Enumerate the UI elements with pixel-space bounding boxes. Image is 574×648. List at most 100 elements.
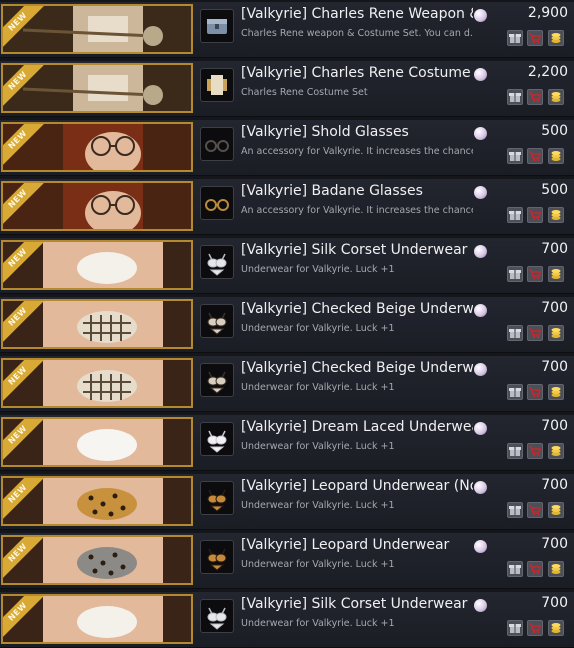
buy-button[interactable] <box>548 89 564 105</box>
item-preview-image[interactable]: NEW <box>1 299 193 349</box>
shop-item-row[interactable]: NEW [Valkyrie] Leopard Underwear Underwe… <box>0 533 574 589</box>
add-to-cart-button[interactable] <box>527 30 543 46</box>
pearl-icon <box>474 481 487 494</box>
pearl-icon <box>474 127 487 140</box>
gift-button[interactable] <box>507 207 523 223</box>
gift-button[interactable] <box>507 620 523 636</box>
add-to-cart-button[interactable] <box>527 502 543 518</box>
pearl-shop-item-list: NEW [Valkyrie] Charles Rene Weapon & .. … <box>0 0 574 648</box>
shop-item-row[interactable]: NEW [Valkyrie] Checked Beige Underwea.. … <box>0 356 574 412</box>
item-name: [Valkyrie] Checked Beige Underwea.. <box>241 360 473 376</box>
item-description: Underwear for Valkyrie. Luck +1 <box>241 382 395 393</box>
gift-button[interactable] <box>507 384 523 400</box>
item-preview-image[interactable]: NEW <box>1 417 193 467</box>
pearl-icon <box>474 422 487 435</box>
add-to-cart-button[interactable] <box>527 443 543 459</box>
item-description: Charles Rene Costume Set <box>241 87 368 98</box>
buy-button[interactable] <box>548 561 564 577</box>
add-to-cart-button[interactable] <box>527 325 543 341</box>
item-description: An accessory for Valkyrie. It increases … <box>241 146 473 157</box>
pearl-icon <box>474 9 487 22</box>
item-description: Underwear for Valkyrie. Luck +1 <box>241 559 395 570</box>
gift-button[interactable] <box>507 325 523 341</box>
add-to-cart-button[interactable] <box>527 266 543 282</box>
shop-item-row[interactable]: NEW [Valkyrie] Checked Beige Underwea.. … <box>0 297 574 353</box>
buy-button[interactable] <box>548 620 564 636</box>
item-preview-image[interactable]: NEW <box>1 4 193 54</box>
item-price: 2,900 <box>527 5 568 21</box>
item-preview-image[interactable]: NEW <box>1 240 193 290</box>
item-name: [Valkyrie] Leopard Underwear (No S.. <box>241 478 473 494</box>
item-preview-image[interactable]: NEW <box>1 476 193 526</box>
shop-item-row[interactable]: NEW [Valkyrie] Charles Rene Costume S.. … <box>0 61 574 117</box>
item-name: [Valkyrie] Silk Corset Underwear <box>241 242 468 258</box>
buy-button[interactable] <box>548 502 564 518</box>
item-preview-image[interactable]: NEW <box>1 63 193 113</box>
pearl-icon <box>474 186 487 199</box>
pearl-icon <box>474 540 487 553</box>
item-price: 500 <box>541 182 568 198</box>
item-preview-image[interactable]: NEW <box>1 535 193 585</box>
buy-button[interactable] <box>548 30 564 46</box>
add-to-cart-button[interactable] <box>527 561 543 577</box>
shop-item-row[interactable]: NEW [Valkyrie] Badane Glasses An accesso… <box>0 179 574 235</box>
item-price: 700 <box>541 300 568 316</box>
item-icon <box>200 540 234 574</box>
item-preview-image[interactable]: NEW <box>1 122 193 172</box>
item-price: 700 <box>541 359 568 375</box>
item-icon <box>200 363 234 397</box>
item-preview-image[interactable]: NEW <box>1 358 193 408</box>
gift-button[interactable] <box>507 502 523 518</box>
add-to-cart-button[interactable] <box>527 620 543 636</box>
item-name: [Valkyrie] Shold Glasses <box>241 124 409 140</box>
item-price: 700 <box>541 477 568 493</box>
buy-button[interactable] <box>548 325 564 341</box>
add-to-cart-button[interactable] <box>527 89 543 105</box>
item-name: [Valkyrie] Badane Glasses <box>241 183 423 199</box>
pearl-icon <box>474 363 487 376</box>
gift-button[interactable] <box>507 89 523 105</box>
gift-button[interactable] <box>507 148 523 164</box>
add-to-cart-button[interactable] <box>527 207 543 223</box>
item-preview-image[interactable]: NEW <box>1 181 193 231</box>
item-icon <box>200 245 234 279</box>
gift-button[interactable] <box>507 30 523 46</box>
shop-item-row[interactable]: NEW [Valkyrie] Silk Corset Underwear Und… <box>0 238 574 294</box>
pearl-icon <box>474 68 487 81</box>
add-to-cart-button[interactable] <box>527 148 543 164</box>
item-icon <box>200 68 234 102</box>
add-to-cart-button[interactable] <box>527 384 543 400</box>
pearl-icon <box>474 245 487 258</box>
gift-button[interactable] <box>507 443 523 459</box>
pearl-icon <box>474 599 487 612</box>
buy-button[interactable] <box>548 207 564 223</box>
item-icon <box>200 127 234 161</box>
item-description: Underwear for Valkyrie. Luck +1 <box>241 618 395 629</box>
item-name: [Valkyrie] Checked Beige Underwea.. <box>241 301 473 317</box>
item-description: Underwear for Valkyrie. Luck +1 <box>241 323 395 334</box>
item-preview-image[interactable]: NEW <box>1 594 193 644</box>
shop-item-row[interactable]: NEW [Valkyrie] Charles Rene Weapon & .. … <box>0 2 574 58</box>
shop-item-row[interactable]: NEW [Valkyrie] Shold Glasses An accessor… <box>0 120 574 176</box>
buy-button[interactable] <box>548 266 564 282</box>
item-description: Underwear for Valkyrie. Luck +1 <box>241 264 395 275</box>
gift-button[interactable] <box>507 561 523 577</box>
gift-button[interactable] <box>507 266 523 282</box>
item-description: Charles Rene weapon & Costume Set. You c… <box>241 28 473 39</box>
shop-item-row[interactable]: NEW [Valkyrie] Leopard Underwear (No S..… <box>0 474 574 530</box>
item-icon <box>200 422 234 456</box>
item-price: 700 <box>541 536 568 552</box>
shop-item-row[interactable]: NEW [Valkyrie] Dream Laced Underwear Und… <box>0 415 574 471</box>
item-description: Underwear for Valkyrie. Luck +1 <box>241 500 395 511</box>
pearl-icon <box>474 304 487 317</box>
item-name: [Valkyrie] Silk Corset Underwear <box>241 596 468 612</box>
item-name: [Valkyrie] Leopard Underwear <box>241 537 450 553</box>
item-icon <box>200 304 234 338</box>
buy-button[interactable] <box>548 384 564 400</box>
item-description: Underwear for Valkyrie. Luck +1 <box>241 441 395 452</box>
buy-button[interactable] <box>548 148 564 164</box>
item-price: 700 <box>541 595 568 611</box>
item-price: 700 <box>541 241 568 257</box>
item-name: [Valkyrie] Charles Rene Weapon & .. <box>241 6 473 22</box>
buy-button[interactable] <box>548 443 564 459</box>
